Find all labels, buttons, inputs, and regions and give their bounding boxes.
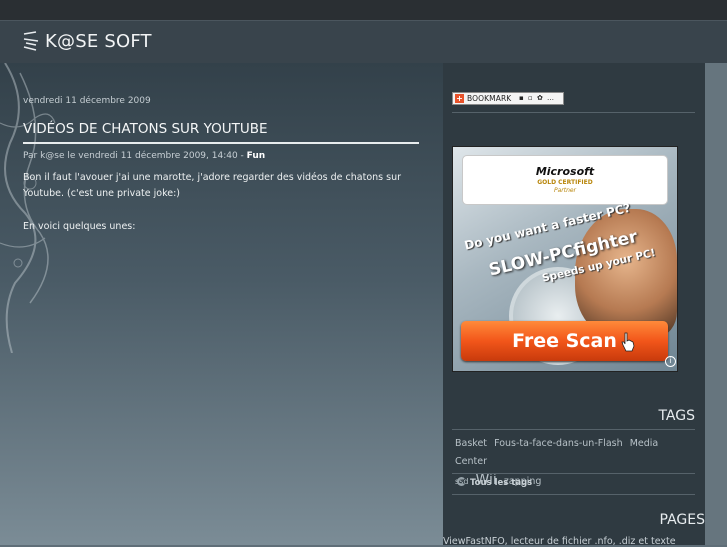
- advertisement-banner[interactable]: Microsoft GOLD CERTIFIED Partner Do you …: [452, 146, 678, 372]
- ms-partner: Partner: [553, 187, 577, 194]
- decorative-ornament: [0, 63, 56, 353]
- tag-link[interactable]: Basket: [455, 438, 487, 449]
- post-meta-text: Par k@se le vendredi 11 décembre 2009, 1…: [23, 151, 247, 161]
- top-bar: [0, 0, 727, 20]
- free-scan-button[interactable]: Free Scan: [461, 321, 668, 361]
- hand-cursor-icon: [621, 332, 635, 352]
- bookmark-button[interactable]: + BOOKMARK ▪ ▫ ✿ …: [452, 92, 564, 105]
- ms-brand: Microsoft: [535, 165, 595, 178]
- plus-icon: +: [455, 94, 464, 103]
- divider: [452, 112, 695, 113]
- ms-certified: GOLD CERTIFIED: [537, 179, 593, 186]
- post-category-link[interactable]: Fun: [247, 151, 266, 161]
- sidebar: + BOOKMARK ▪ ▫ ✿ … Microsoft GOLD CERTIF…: [443, 63, 705, 547]
- post-meta: Par k@se le vendredi 11 décembre 2009, 1…: [23, 151, 265, 161]
- page-link[interactable]: ViewFastNFO, lecteur de fichier .nfo, .d…: [443, 536, 676, 547]
- refresh-icon: [457, 477, 466, 486]
- divider: [452, 494, 695, 495]
- tag-link[interactable]: Fous-ta-face-dans-un-Flash: [494, 438, 623, 449]
- all-tags-link[interactable]: Tous les tags: [457, 477, 532, 488]
- post-paragraph: Bon il faut l'avouer j'ai une marotte, j…: [23, 172, 401, 199]
- divider: [452, 429, 695, 430]
- site-title[interactable]: K@SE SOFT: [45, 31, 152, 52]
- tags-heading: TAGS: [658, 408, 695, 424]
- share-services-icon: ▪ ▫ ✿ …: [519, 94, 556, 102]
- info-icon[interactable]: i: [665, 356, 676, 367]
- bookmark-label: BOOKMARK: [467, 94, 512, 103]
- site-header: K@SE SOFT: [0, 20, 727, 64]
- logo-icon: [23, 31, 39, 51]
- page-edge: [705, 63, 727, 545]
- all-tags-label: Tous les tags: [470, 478, 533, 488]
- post-date: vendredi 11 décembre 2009: [23, 96, 151, 106]
- main-content: vendredi 11 décembre 2009 VIDÉOS DE CHAT…: [0, 63, 443, 545]
- pages-heading: PAGES: [659, 512, 705, 528]
- microsoft-partner-badge: Microsoft GOLD CERTIFIED Partner: [462, 155, 668, 205]
- post-paragraph: En voici quelques unes:: [23, 221, 136, 232]
- post-title[interactable]: VIDÉOS DE CHATONS SUR YOUTUBE: [23, 121, 419, 144]
- divider: [452, 473, 695, 474]
